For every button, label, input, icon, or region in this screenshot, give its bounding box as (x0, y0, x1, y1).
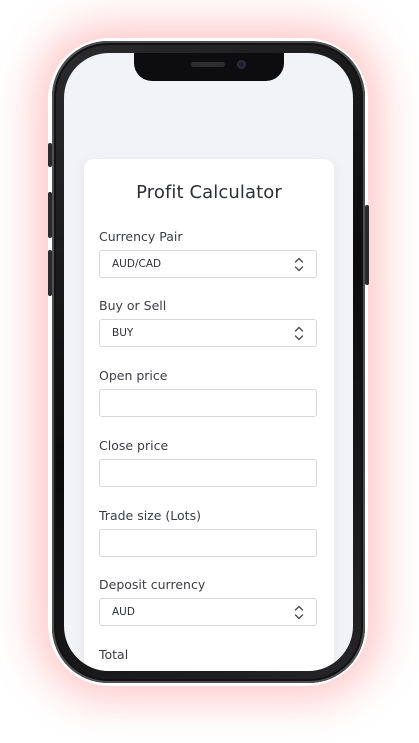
currency-pair-value: AUD/CAD (112, 258, 162, 270)
camera-icon (237, 60, 246, 69)
deposit-currency-value: AUD (112, 606, 135, 618)
trade-size-input[interactable] (99, 529, 317, 557)
open-price-label: Open price (99, 368, 168, 383)
chevron-updown-icon (294, 605, 304, 620)
trade-size-label: Trade size (Lots) (99, 508, 201, 523)
page-title: Profit Calculator (136, 182, 282, 203)
volume-down-button (48, 250, 52, 296)
speaker-grille (191, 62, 225, 67)
phone-screen: Profit Calculator Currency Pair AUD/CAD … (64, 53, 353, 671)
buy-or-sell-label: Buy or Sell (99, 298, 167, 313)
volume-up-button (48, 192, 52, 238)
chevron-updown-icon (294, 326, 304, 341)
deposit-currency-label: Deposit currency (99, 577, 206, 592)
notch (134, 53, 284, 81)
currency-pair-select[interactable]: AUD/CAD (99, 250, 317, 278)
power-button (365, 205, 369, 285)
phone-mockup-stage: Profit Calculator Currency Pair AUD/CAD … (0, 0, 419, 743)
buy-or-sell-select[interactable]: BUY (99, 319, 317, 347)
close-price-label: Close price (99, 438, 169, 453)
chevron-updown-icon (294, 257, 304, 272)
mute-switch (48, 143, 52, 167)
currency-pair-label: Currency Pair (99, 229, 183, 244)
close-price-input[interactable] (99, 459, 317, 487)
total-label: Total (99, 647, 129, 662)
profit-calculator-card: Profit Calculator Currency Pair AUD/CAD … (84, 159, 334, 671)
buy-or-sell-value: BUY (112, 327, 134, 339)
open-price-input[interactable] (99, 389, 317, 417)
deposit-currency-select[interactable]: AUD (99, 598, 317, 626)
